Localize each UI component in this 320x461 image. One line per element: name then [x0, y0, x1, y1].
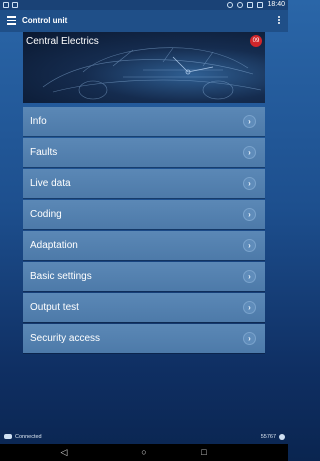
menu-item-faults[interactable]: Faults ›: [23, 138, 265, 167]
app-bar: Control unit: [0, 10, 288, 32]
connection-status: Connected: [15, 434, 42, 440]
chevron-right-icon: ›: [243, 270, 256, 283]
page-title: Control unit: [22, 16, 68, 25]
menu-item-label: Adaptation: [30, 240, 78, 251]
system-nav-bar: ◁ ○ □: [0, 444, 288, 461]
chevron-right-icon: ›: [243, 239, 256, 252]
control-unit-menu: Info › Faults › Live data › Coding › Ada…: [23, 107, 265, 355]
arrow-right-icon[interactable]: [279, 434, 285, 440]
recents-button[interactable]: □: [194, 444, 214, 461]
chevron-right-icon: ›: [243, 115, 256, 128]
notification-icon: [3, 2, 9, 8]
status-time: 18:40: [267, 1, 285, 8]
chevron-right-icon: ›: [243, 177, 256, 190]
battery-icon: [257, 2, 264, 8]
home-button[interactable]: ○: [134, 444, 154, 461]
menu-item-adaptation[interactable]: Adaptation ›: [23, 231, 265, 260]
menu-item-basic-settings[interactable]: Basic settings ›: [23, 262, 265, 291]
menu-item-label: Security access: [30, 333, 101, 344]
more-vert-icon[interactable]: [278, 16, 281, 26]
menu-item-label: Faults: [30, 147, 58, 158]
car-icon: [4, 434, 12, 439]
menu-item-output-test[interactable]: Output test ›: [23, 293, 265, 322]
connection-code: 55767: [260, 434, 276, 440]
menu-item-coding[interactable]: Coding ›: [23, 200, 265, 229]
connection-status-bar: Connected 55767: [0, 430, 288, 444]
chevron-right-icon: ›: [243, 146, 256, 159]
menu-item-label: Info: [30, 116, 47, 127]
fault-count-badge: 09: [250, 35, 262, 47]
status-bar: 18:40: [0, 0, 288, 10]
bluetooth-icon: [227, 2, 234, 8]
banner-title: Central Electrics: [26, 36, 99, 47]
control-unit-banner: Central Electrics 09: [23, 32, 265, 103]
chevron-right-icon: ›: [243, 332, 256, 345]
menu-item-live-data[interactable]: Live data ›: [23, 169, 265, 198]
wifi-icon: [247, 2, 254, 8]
menu-item-label: Basic settings: [30, 271, 92, 282]
menu-item-label: Coding: [30, 209, 62, 220]
chevron-right-icon: ›: [243, 301, 256, 314]
menu-item-label: Output test: [30, 302, 79, 313]
alarm-icon: [237, 2, 244, 8]
hamburger-icon[interactable]: [7, 16, 16, 25]
image-icon: [12, 2, 18, 8]
menu-item-info[interactable]: Info ›: [23, 107, 265, 136]
menu-item-security-access[interactable]: Security access ›: [23, 324, 265, 353]
chevron-right-icon: ›: [243, 208, 256, 221]
menu-item-label: Live data: [30, 178, 71, 189]
back-button[interactable]: ◁: [54, 444, 74, 461]
